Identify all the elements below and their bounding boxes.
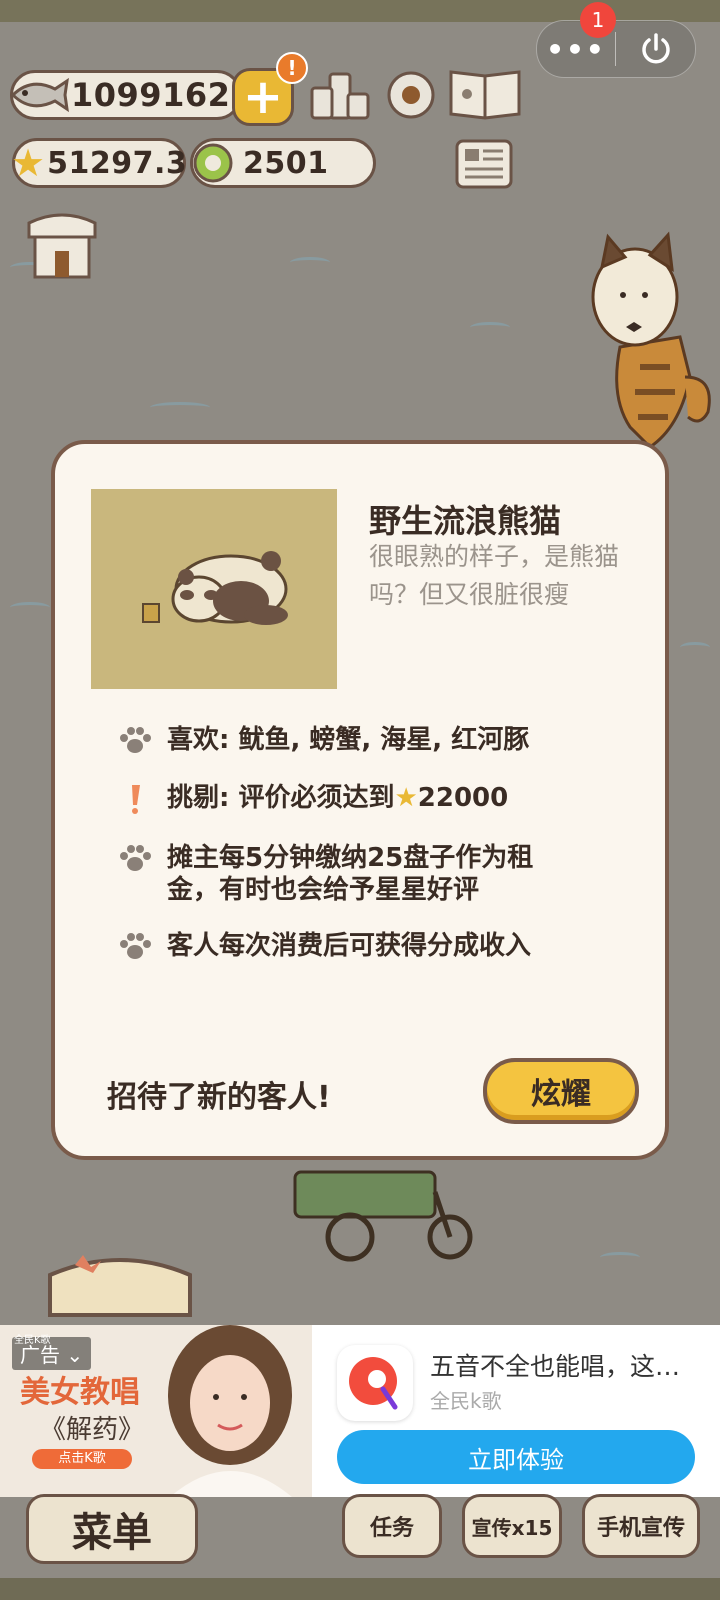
plus-icon: + bbox=[242, 69, 284, 125]
trait-text: 挑剔: 评价必须达到★22000 bbox=[167, 782, 508, 814]
token-count: 2501 bbox=[243, 145, 329, 181]
ad-left-brand: 全民K歌 bbox=[14, 1335, 51, 1346]
power-icon bbox=[641, 33, 670, 64]
newspaper-icon[interactable] bbox=[452, 136, 516, 194]
trait-rent: 摊主每5分钟缴纳25盘子作为租金，有时也会给予星星好评 bbox=[115, 842, 585, 906]
picky-label: 挑剔: 评价必须达到 bbox=[167, 783, 395, 813]
star-icon: ★ bbox=[394, 783, 418, 813]
alert-icon: ! bbox=[276, 52, 308, 84]
trait-text: 摊主每5分钟缴纳25盘子作为租金，有时也会给予星星好评 bbox=[167, 843, 534, 905]
ad-title: 五音不全也能唱，这… bbox=[430, 1352, 681, 1381]
ad-chip[interactable]: 点击K歌 bbox=[32, 1449, 132, 1469]
ad-song: 《解药》 bbox=[40, 1415, 145, 1445]
token-ring-icon bbox=[193, 143, 233, 183]
trait-picky: 挑剔: 评价必须达到★22000 bbox=[115, 782, 508, 816]
picky-value: 22000 bbox=[417, 783, 509, 813]
fish-count: 1099162 bbox=[71, 76, 231, 114]
settings-gear-icon[interactable] bbox=[380, 64, 442, 126]
shop-icon[interactable] bbox=[24, 212, 100, 282]
try-now-button[interactable]: 立即体验 bbox=[337, 1430, 695, 1484]
more-options-button[interactable]: ••• bbox=[537, 33, 615, 66]
fish-icon bbox=[10, 77, 69, 113]
ad-headline: 美女教唱 bbox=[20, 1375, 140, 1410]
ad-info[interactable]: 五音不全也能唱，这… 全民k歌 立即体验 bbox=[312, 1325, 720, 1497]
singer-portrait-icon bbox=[168, 1325, 292, 1497]
trait-income: 客人每次消费后可获得分成收入 bbox=[115, 930, 531, 964]
show-off-button[interactable]: 炫耀 bbox=[483, 1058, 639, 1124]
star-rating: 51297.3 bbox=[47, 145, 188, 181]
ad-image[interactable]: 广告 ⌄ 全民K歌 美女教唱 《解药》 点击K歌 bbox=[0, 1325, 312, 1497]
bottom-strip bbox=[0, 1578, 720, 1600]
karaoke-app-logo-icon bbox=[337, 1345, 413, 1421]
cat-character-icon bbox=[591, 231, 711, 449]
guest-name: 野生流浪熊猫 bbox=[369, 502, 562, 540]
close-miniprogram-button[interactable] bbox=[616, 31, 695, 67]
stall-icon bbox=[48, 1255, 192, 1317]
notification-badge: 1 bbox=[580, 2, 616, 38]
token-pill: 2501 bbox=[190, 138, 376, 188]
miniprogram-capsule: ••• bbox=[536, 20, 696, 78]
tasks-button[interactable]: 任务 bbox=[342, 1494, 442, 1558]
paw-icon bbox=[115, 724, 155, 758]
guest-description: 很眼熟的样子，是熊猫吗？但又很脏很瘦 bbox=[369, 542, 620, 609]
pawbook-icon[interactable] bbox=[446, 62, 524, 124]
exclamation-icon bbox=[115, 782, 155, 816]
star-rating-pill: ★ 51297.3 bbox=[11, 138, 188, 188]
phone-promote-button[interactable]: 手机宣传 bbox=[582, 1494, 700, 1558]
star-icon: ★ bbox=[11, 141, 46, 185]
new-guest-message: 招待了新的客人! bbox=[107, 1080, 331, 1115]
food-cart-icon bbox=[293, 1170, 473, 1262]
trait-text: 客人每次消费后可获得分成收入 bbox=[167, 931, 532, 961]
paw-icon bbox=[115, 842, 155, 876]
trait-likes: 喜欢: 鱿鱼, 螃蟹, 海星, 红河豚 bbox=[115, 724, 529, 758]
fish-currency-pill: 1099162 bbox=[10, 70, 242, 120]
trait-text: 喜欢: 鱿鱼, 螃蟹, 海星, 红河豚 bbox=[167, 725, 530, 755]
menu-button[interactable]: 菜单 bbox=[26, 1494, 198, 1564]
ranking-icon[interactable] bbox=[310, 66, 370, 124]
promote-button[interactable]: 宣传x15 bbox=[462, 1494, 562, 1558]
ad-brand: 全民k歌 bbox=[430, 1389, 502, 1413]
new-guest-dialog: 野生流浪熊猫 很眼熟的样子，是熊猫吗？但又很脏很瘦 喜欢: 鱿鱼, 螃蟹, 海星… bbox=[51, 440, 669, 1160]
paw-icon bbox=[115, 930, 155, 964]
guest-portrait bbox=[91, 489, 337, 689]
ad-banner[interactable]: 广告 ⌄ 全民K歌 美女教唱 《解药》 点击K歌 五音不全也能唱，这… 全民k歌… bbox=[0, 1325, 720, 1497]
panda-icon bbox=[142, 551, 288, 625]
